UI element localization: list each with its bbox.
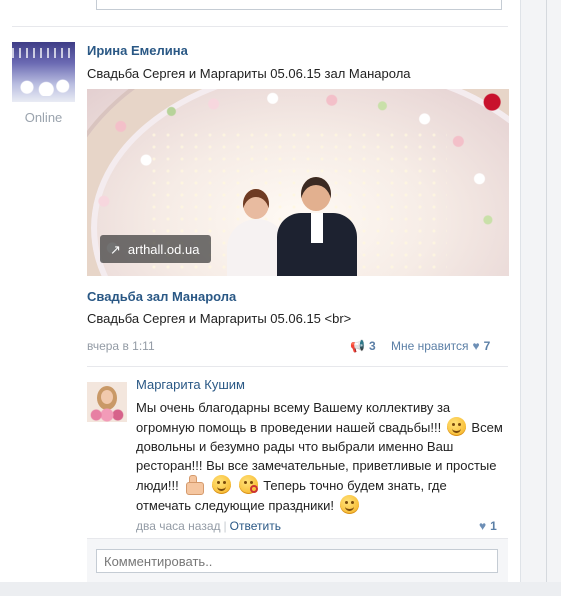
comment-text-part-3: Теперь точно будем знать, где отмечать с… <box>136 478 447 513</box>
post-card: Online Ирина Емелина Свадьба Сергея и Ма… <box>0 0 521 583</box>
shared-link-description: Свадьба Сергея и Маргариты 05.06.15 <br> <box>87 311 352 326</box>
heart-icon: ♥ <box>472 339 480 353</box>
post-time[interactable]: вчера в 1:11 <box>87 339 155 353</box>
smile-emoji-icon <box>446 417 466 436</box>
avatar-face <box>101 390 113 404</box>
groom-shirt <box>311 213 323 243</box>
heart-icon: ♥ <box>479 519 487 533</box>
avatar-tables <box>16 74 71 96</box>
smile-emoji-icon <box>339 495 359 514</box>
post-photo[interactable]: ↗ arthall.od.ua <box>87 89 509 276</box>
post-author-name[interactable]: Ирина Емелина <box>87 43 188 58</box>
like-count: 7 <box>483 339 491 353</box>
megaphone-icon: 📢 <box>350 339 365 353</box>
comment-time[interactable]: два часа назад <box>136 519 221 533</box>
groom-head <box>301 177 331 211</box>
link-icon: ↗ <box>110 241 121 257</box>
page-edge-rule <box>546 0 547 596</box>
avatar-bouquet <box>89 408 125 422</box>
comment-like-count: 1 <box>490 519 497 533</box>
comment-text: Мы очень благодарны всему Вашему коллект… <box>136 398 504 515</box>
page-bottom-band <box>0 582 561 596</box>
thumbs-up-emoji-icon <box>184 475 205 495</box>
reply-button[interactable]: Ответить <box>230 519 281 533</box>
share-button[interactable]: 📢 3 <box>350 339 376 353</box>
smile-emoji-icon <box>211 475 231 494</box>
online-status: Online <box>24 110 63 125</box>
kiss-emoji-icon <box>238 475 258 494</box>
post-meta-row: вчера в 1:11 📢 3 Мне нравится ♥ 7 <box>87 339 508 355</box>
post-divider <box>12 26 508 27</box>
source-link-badge[interactable]: ↗ arthall.od.ua <box>100 235 212 263</box>
previous-comment-input[interactable] <box>96 0 502 10</box>
comment-like-button[interactable]: ♥ 1 <box>479 519 497 533</box>
commenter-avatar[interactable] <box>87 382 127 422</box>
commenter-name[interactable]: Маргарита Кушим <box>136 377 245 392</box>
meta-separator: | <box>223 519 227 533</box>
bride-head <box>243 189 269 219</box>
like-button[interactable]: Мне нравится ♥ 7 <box>391 339 490 353</box>
author-avatar[interactable] <box>12 42 75 102</box>
groom-figure <box>277 177 357 276</box>
comment-input[interactable]: Комментировать.. <box>96 549 498 573</box>
share-count: 3 <box>368 339 376 353</box>
comment-meta: два часа назад | Ответить <box>136 519 281 533</box>
post-text: Свадьба Сергея и Маргариты 05.06.15 зал … <box>87 66 411 81</box>
like-label: Мне нравится <box>391 339 469 353</box>
shared-link-title[interactable]: Свадьба зал Манарола <box>87 289 236 304</box>
comment-text-part-1: Мы очень благодарны всему Вашему коллект… <box>136 400 451 435</box>
comments-divider <box>87 366 508 367</box>
avatar-lights <box>12 48 75 58</box>
source-link-text: arthall.od.ua <box>127 241 200 257</box>
